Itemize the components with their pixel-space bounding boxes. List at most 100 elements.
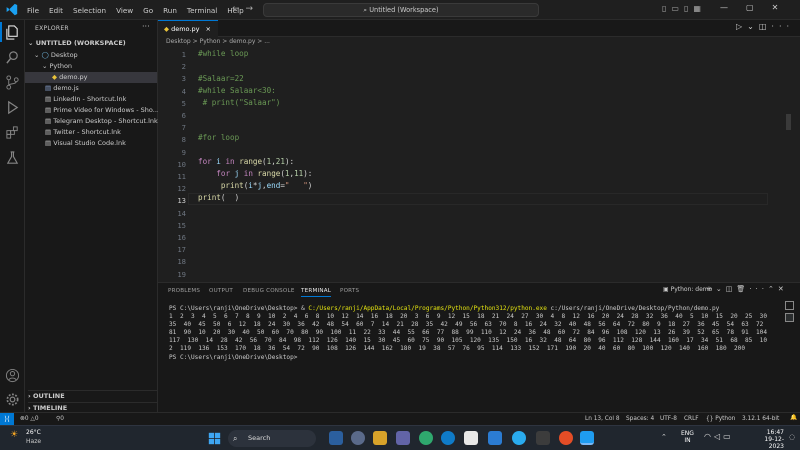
split-terminal-icon[interactable]: ◫ [726, 285, 737, 293]
folder-desktop[interactable]: ⌄ ◯ Desktop [34, 50, 78, 61]
file-prime-video-shortcut[interactable]: ▤ Prime Video for Windows - Sho... [45, 105, 159, 116]
toggle-secondary-sidebar-icon[interactable]: ▯ [684, 4, 693, 13]
weather-sun-icon[interactable]: ☀ [10, 430, 18, 440]
terminal-instance-icon[interactable] [785, 313, 794, 322]
close-panel-icon[interactable]: ✕ [778, 285, 788, 293]
customize-layout-icon[interactable]: ▦ [693, 4, 706, 13]
clock[interactable]: 16:47 19-12-2023 [750, 429, 784, 450]
forward-arrow-icon[interactable]: → [246, 4, 260, 14]
code-line-13[interactable]: print( ) [198, 193, 239, 202]
tab-demo-py[interactable]: ◆ demo.py × [158, 20, 218, 37]
code-line-1[interactable]: #while loop [198, 49, 248, 58]
kill-terminal-trash-icon[interactable]: 🗑 [736, 285, 749, 293]
taskbar-search[interactable]: Search [228, 430, 316, 447]
terminal-selector[interactable]: ▣ Python: demo [663, 286, 712, 293]
windows-start-icon[interactable] [208, 432, 221, 445]
command-center[interactable]: ⌕ Untitled (Workspace) [263, 3, 539, 17]
language-mode[interactable]: {} Python [706, 416, 735, 422]
maximize-panel-icon[interactable]: ⌃ [768, 285, 778, 293]
more-actions-icon[interactable]: ··· [749, 285, 768, 293]
back-arrow-icon[interactable]: ← [232, 4, 246, 14]
line-ending[interactable]: CRLF [684, 416, 699, 422]
teams-icon[interactable] [396, 431, 410, 445]
file-explorer-icon[interactable] [373, 431, 387, 445]
tab-problems[interactable]: PROBLEMS [168, 288, 200, 294]
indentation[interactable]: Spaces: 4 [626, 416, 654, 422]
source-control-icon[interactable] [5, 75, 20, 90]
extensions-icon[interactable] [5, 125, 20, 140]
system-tray[interactable]: ◠◁▭ [704, 432, 734, 441]
explorer-files-icon[interactable] [5, 25, 20, 40]
menu-selection[interactable]: Selection [68, 0, 111, 20]
menu-view[interactable]: View [111, 0, 138, 20]
code-line-10[interactable]: for i in range(1,21): [198, 157, 294, 166]
ports-indicator[interactable]: ⚲0 [56, 416, 64, 422]
menu-file[interactable]: File [22, 0, 44, 20]
account-icon[interactable] [5, 368, 20, 383]
encoding[interactable]: UTF-8 [660, 416, 677, 422]
file-twitter-shortcut[interactable]: ▤ Twitter - Shortcut.lnk [45, 127, 121, 138]
breadcrumb[interactable]: Desktop > Python > demo.py > ... [166, 38, 270, 45]
code-line-11[interactable]: for j in range(1,11): [198, 169, 312, 178]
telegram-icon[interactable] [512, 431, 526, 445]
notifications-bell-icon[interactable]: 🔔 [790, 415, 797, 421]
tab-terminal[interactable]: TERMINAL [301, 288, 332, 297]
outline-section[interactable]: › OUTLINE [28, 390, 158, 401]
run-dropdown-chevron-icon[interactable]: ⌄ [747, 22, 759, 31]
store-icon[interactable] [464, 431, 478, 445]
terminal-dropdown-icon[interactable]: ⌄ [716, 285, 726, 293]
code-line-12[interactable]: print(i*j,end=" ") [198, 181, 312, 190]
weather-temp[interactable]: 26°C [26, 429, 41, 436]
file-linkedin-shortcut[interactable]: ▤ LinkedIn - Shortcut.lnk [45, 94, 126, 105]
code-line-3[interactable]: #Salaar=22 [198, 74, 244, 83]
vscode-taskbar-icon[interactable] [580, 431, 594, 445]
minimize-icon[interactable]: — [720, 3, 728, 12]
tab-output[interactable]: OUTPUT [209, 288, 233, 294]
photos-icon[interactable] [488, 431, 502, 445]
code-line-5[interactable]: # print("Salaar") [198, 98, 281, 107]
file-telegram-shortcut[interactable]: ▤ Telegram Desktop - Shortcut.lnk [45, 116, 158, 127]
chat-icon[interactable] [351, 431, 365, 445]
task-view-icon[interactable] [329, 431, 343, 445]
code-line-8[interactable]: #for loop [198, 133, 239, 142]
menu-terminal[interactable]: Terminal [182, 0, 222, 20]
code-line-4[interactable]: #while Salaar<30: [198, 86, 276, 95]
workspace-header[interactable]: ⌄ UNTITLED (WORKSPACE) [28, 38, 126, 49]
testing-flask-icon[interactable] [5, 150, 20, 165]
show-hidden-icons-chevron-icon[interactable]: ⌃ [661, 433, 667, 441]
notification-center-icon[interactable]: ◌ [789, 433, 795, 441]
folder-python[interactable]: ⌄ Python [42, 61, 72, 72]
new-terminal-plus-icon[interactable]: + [706, 285, 716, 293]
edge-icon[interactable] [419, 431, 433, 445]
menu-go[interactable]: Go [138, 0, 158, 20]
run-debug-icon[interactable] [5, 100, 20, 115]
maximize-icon[interactable]: ▢ [746, 3, 754, 12]
run-python-file-icon[interactable]: ▷ [736, 22, 747, 31]
language-indicator[interactable]: ENG IN [681, 430, 694, 444]
toggle-panel-icon[interactable]: ▭ [671, 4, 684, 13]
menu-run[interactable]: Run [158, 0, 182, 20]
terminal-output[interactable]: PS C:\Users\ranji\OneDrive\Desktop> & C:… [169, 305, 769, 362]
app-icon[interactable] [536, 431, 550, 445]
more-actions-icon[interactable]: ··· [142, 22, 150, 31]
cursor-position[interactable]: Ln 13, Col 8 [585, 416, 620, 422]
python-interpreter[interactable]: 3.12.1 64-bit [742, 416, 779, 422]
file-demo-py[interactable]: ◆ demo.py [25, 72, 157, 83]
chrome-icon[interactable] [559, 431, 573, 445]
menu-edit[interactable]: Edit [44, 0, 68, 20]
settings-gear-icon[interactable] [5, 392, 20, 407]
split-editor-icon[interactable]: ◫ [759, 22, 772, 31]
tab-debug-console[interactable]: DEBUG CONSOLE [243, 288, 295, 294]
problems-indicator[interactable]: ⊗0 △0 [20, 416, 39, 422]
more-actions-icon[interactable]: ··· [771, 22, 794, 31]
file-demo-js[interactable]: ▤ demo.js [45, 83, 79, 94]
toggle-sidebar-icon[interactable]: ▯ [662, 4, 671, 13]
search-icon[interactable] [5, 50, 20, 65]
terminal-instance-icon[interactable] [785, 301, 794, 310]
edge-browser-icon[interactable] [441, 431, 455, 445]
editor-scrollbar[interactable] [786, 114, 791, 130]
file-vscode-shortcut[interactable]: ▤ Visual Studio Code.lnk [45, 138, 126, 149]
tab-ports[interactable]: PORTS [340, 288, 359, 294]
close-tab-icon[interactable]: × [206, 25, 211, 33]
close-window-icon[interactable]: ✕ [772, 3, 779, 12]
